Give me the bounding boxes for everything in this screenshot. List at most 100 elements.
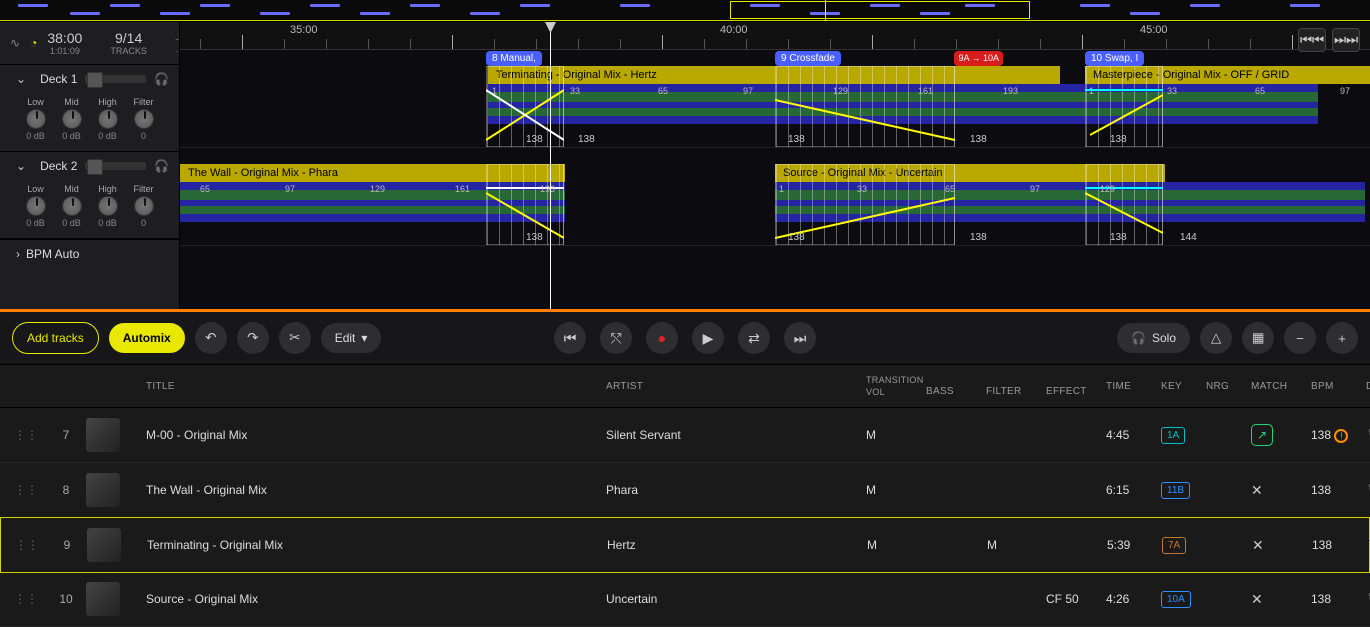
grid-icon[interactable]: ▦	[1242, 322, 1274, 354]
bpm-row[interactable]: › BPM Auto	[0, 239, 179, 268]
high-knob[interactable]	[98, 109, 118, 129]
drag-handle[interactable]: ⋮⋮	[6, 483, 46, 497]
main-toolbar: Add tracks Automix ↶ ↷ ✂ Edit ▾ ⏮ ⤲ ● ▶ …	[0, 312, 1370, 365]
track-bpm: 138	[1311, 483, 1366, 497]
trans-vol: M	[867, 538, 927, 552]
undo-button[interactable]: ↶	[195, 322, 227, 354]
warning-icon[interactable]: △	[1200, 322, 1232, 354]
timeline[interactable]: 35:00 40:00 45:00 ⏮⏮ ⏭⏭ Terminating - Or…	[180, 22, 1370, 309]
current-time: 38:00	[47, 30, 82, 46]
minimap-playhead	[825, 0, 826, 21]
chevron-down-icon[interactable]: ⌄	[10, 71, 32, 87]
delete-button[interactable]: 🗑	[1366, 427, 1370, 443]
next-button[interactable]: ⏭	[784, 322, 816, 354]
solo-button[interactable]: 🎧 Solo	[1117, 323, 1190, 353]
time-ruler[interactable]: 35:00 40:00 45:00 ⏮⏮ ⏭⏭	[180, 22, 1370, 50]
knob-label: Mid	[64, 184, 79, 194]
key-change-badge: 9A → 10A	[954, 51, 1003, 66]
chevron-down-icon[interactable]: ⌄	[10, 158, 32, 174]
track-bpm: 138	[1312, 538, 1367, 552]
merge-icon[interactable]: ⤲	[600, 322, 632, 354]
clip-title[interactable]: Terminating - Original Mix - Hertz	[488, 66, 1060, 84]
redo-button[interactable]: ↷	[237, 322, 269, 354]
knob-value: 0 dB	[26, 218, 45, 228]
automix-button[interactable]: Automix	[109, 323, 185, 353]
track-number: 10	[46, 592, 86, 606]
prev-button[interactable]: ⏮	[554, 322, 586, 354]
loop-button[interactable]: ⇄	[738, 322, 770, 354]
step-fwd-button[interactable]: ⏭⏭	[1332, 28, 1360, 52]
filter-knob[interactable]	[134, 109, 154, 129]
high-knob[interactable]	[98, 196, 118, 216]
minimap-viewport[interactable]	[730, 1, 1030, 19]
knob-value: 0	[141, 131, 146, 141]
key-badge: 1A	[1161, 427, 1185, 444]
edit-menu[interactable]: Edit ▾	[321, 323, 382, 353]
record-button[interactable]: ●	[646, 322, 678, 354]
col-title[interactable]: TITLE	[146, 381, 606, 392]
deck-1: ⌄ Deck 1 🎧 Low 0 dB Mid 0 dB High 0 dB F…	[0, 65, 179, 152]
headphones-icon[interactable]: 🎧	[154, 72, 169, 86]
table-row[interactable]: ⋮⋮ 8 The Wall - Original Mix Phara M 6:1…	[0, 463, 1370, 518]
track-artist: Phara	[606, 483, 866, 497]
deck-2: ⌄ Deck 2 🎧 Low 0 dB Mid 0 dB High 0 dB F…	[0, 152, 179, 239]
play-button[interactable]: ▶	[692, 322, 724, 354]
knob-label: Low	[27, 97, 44, 107]
ruler-label: 40:00	[720, 24, 748, 36]
add-tracks-button[interactable]: Add tracks	[12, 322, 99, 354]
track-time: 5:39	[1107, 538, 1162, 552]
track-number: 8	[46, 483, 86, 497]
knob-label: Filter	[134, 184, 154, 194]
step-back-button[interactable]: ⏮⏮	[1298, 28, 1326, 52]
table-row[interactable]: ⋮⋮ 10 Source - Original Mix Uncertain CF…	[0, 572, 1370, 627]
chevron-down-icon: ▾	[361, 331, 367, 345]
tracklist-header: TITLE ARTIST TRANSITIONVOL BASS FILTER E…	[0, 365, 1370, 408]
headphones-icon[interactable]: 🎧	[154, 159, 169, 173]
knob-value: 0	[141, 218, 146, 228]
knob-label: High	[98, 97, 117, 107]
transition-label: 9 Crossfade	[775, 51, 841, 66]
deck2-lane[interactable]: The Wall - Original Mix - Phara Source -…	[180, 148, 1370, 246]
trans-vol: M	[866, 428, 926, 442]
deck1-lane[interactable]: Terminating - Original Mix - Hertz Maste…	[180, 50, 1370, 148]
crossfader[interactable]	[85, 75, 146, 83]
transition-region[interactable]: 10 Swap, I	[1085, 50, 1163, 147]
zoom-in-button[interactable]: +	[1326, 322, 1358, 354]
match-no-icon: ✕	[1252, 537, 1264, 553]
table-row[interactable]: ⋮⋮ 7 M-00 - Original Mix Silent Servant …	[0, 408, 1370, 463]
match-no-icon: ✕	[1251, 482, 1263, 498]
crossfader[interactable]	[85, 162, 146, 170]
delete-button[interactable]: 🗑	[1366, 482, 1370, 498]
col-artist[interactable]: ARTIST	[606, 381, 866, 392]
filter-knob[interactable]	[134, 196, 154, 216]
track-bpm: 138	[1311, 592, 1366, 606]
drag-handle[interactable]: ⋮⋮	[6, 592, 46, 606]
track-thumbnail	[86, 418, 120, 452]
drag-handle[interactable]: ⋮⋮	[6, 428, 46, 442]
mid-knob[interactable]	[62, 196, 82, 216]
deck-label: Deck 2	[40, 159, 77, 173]
ruler-label: 35:00	[290, 24, 318, 36]
delete-button[interactable]: 🗑	[1366, 591, 1370, 607]
table-row[interactable]: ⋮⋮ 9 Terminating - Original Mix Hertz M …	[0, 517, 1370, 573]
cut-icon[interactable]: ✂	[279, 322, 311, 354]
playhead[interactable]	[550, 22, 551, 309]
track-title: Source - Original Mix	[146, 592, 606, 606]
zoom-out-button[interactable]: −	[1284, 322, 1316, 354]
transition-region[interactable]: 8 Manual,	[486, 50, 564, 147]
drag-handle[interactable]: ⋮⋮	[7, 538, 47, 552]
bpm-label: BPM Auto	[26, 247, 79, 261]
track-time: 4:26	[1106, 592, 1161, 606]
headphones-icon: 🎧	[1131, 331, 1146, 345]
low-knob[interactable]	[26, 196, 46, 216]
track-artist: Hertz	[607, 538, 867, 552]
minimap[interactable]	[0, 0, 1370, 22]
track-count: 9/14	[115, 30, 142, 46]
mid-knob[interactable]	[62, 109, 82, 129]
transition-region[interactable]: 9 Crossfade 9A → 10A	[775, 50, 955, 147]
low-knob[interactable]	[26, 109, 46, 129]
key-badge: 11B	[1161, 482, 1190, 499]
track-number: 9	[47, 538, 87, 552]
chevron-right-icon[interactable]: ›	[10, 246, 26, 262]
timer-icon: ∿	[10, 36, 20, 50]
